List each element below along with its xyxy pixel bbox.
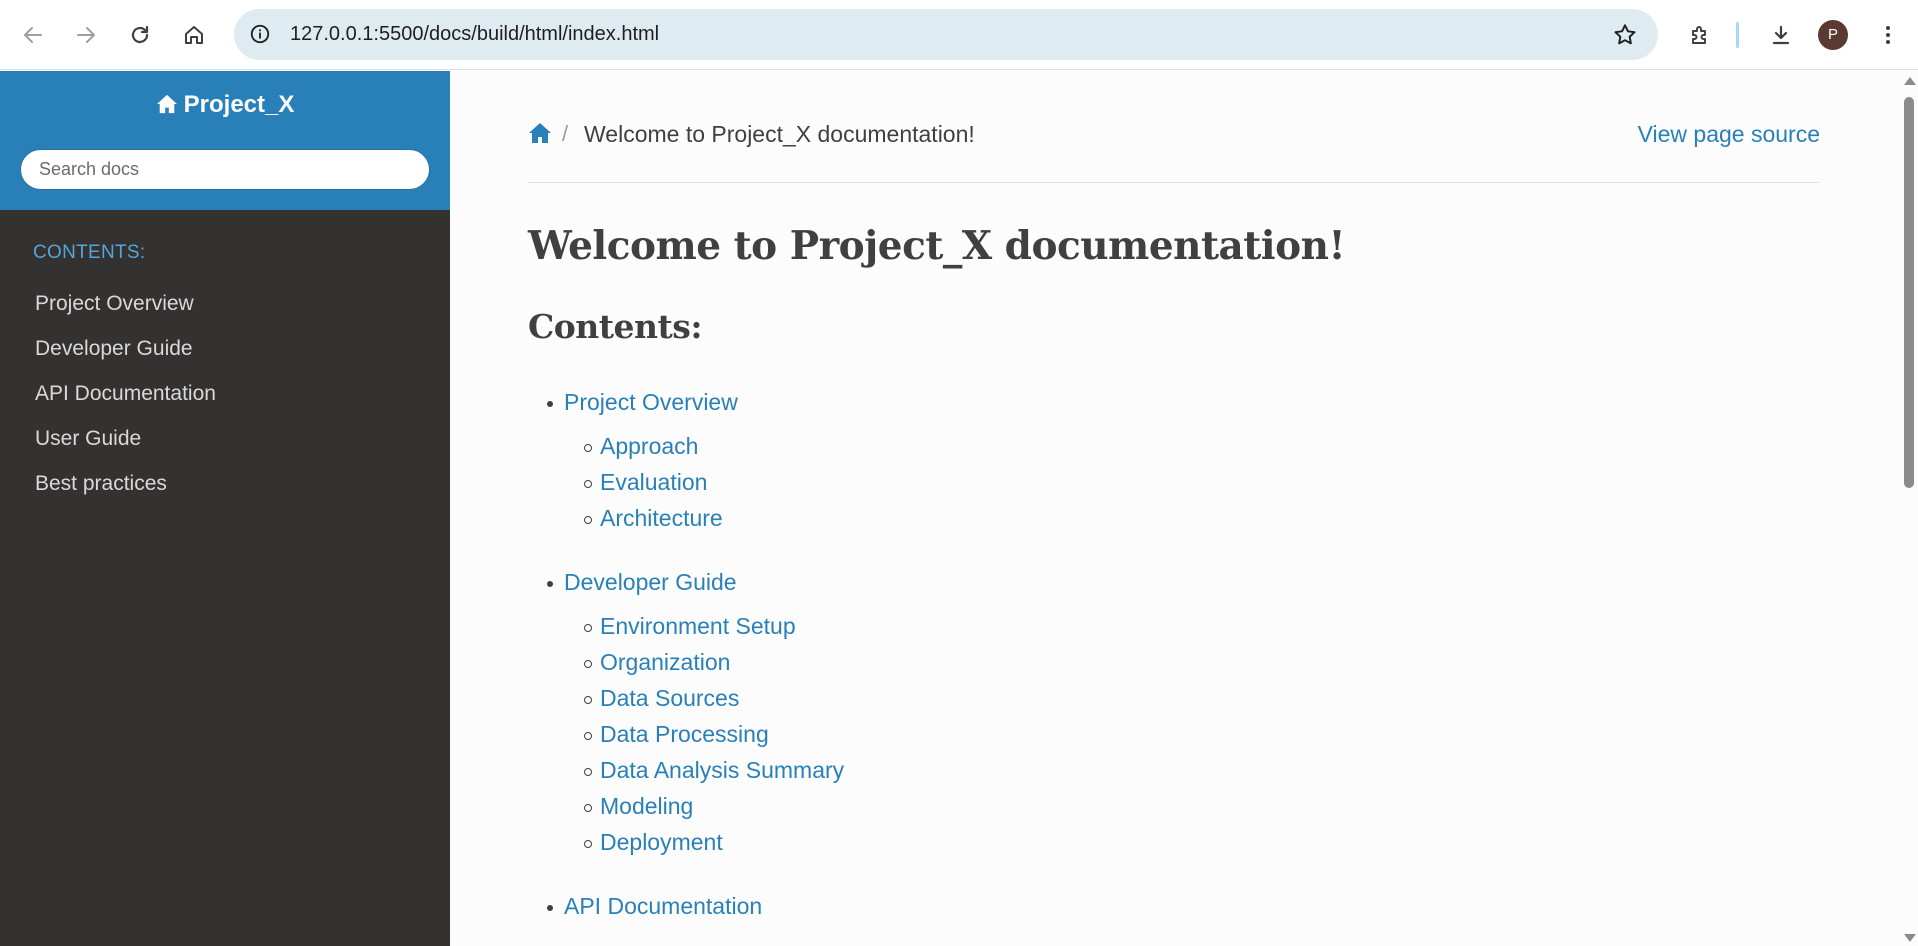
list-bullet [584,480,592,488]
toc-item-project-overview[interactable]: Project Overview [564,389,738,416]
search-input[interactable] [20,149,430,190]
sidebar-nav: Project Overview Developer Guide API Doc… [0,281,450,506]
list-bullet [547,581,553,587]
breadcrumb-current: Welcome to Project_X documentation! [584,121,975,147]
reload-icon [131,25,149,44]
main-content: / Welcome to Project_X documentation! Vi… [450,71,1900,946]
sidebar-caption: CONTENTS: [33,242,146,263]
toolbar-divider [1736,22,1739,48]
sidebar-item-user-guide[interactable]: User Guide [0,416,450,461]
extensions-icon [1692,26,1706,44]
toc-subitem-data-analysis-summary[interactable]: Data Analysis Summary [600,757,844,784]
download-icon [1772,25,1790,45]
more-menu-button[interactable] [1868,15,1908,55]
forward-button[interactable] [66,15,106,55]
avatar[interactable]: P [1818,20,1848,50]
list-bullet [584,444,592,452]
sidebar-item-best-practices[interactable]: Best practices [0,461,450,506]
sidebar-item-api-documentation[interactable]: API Documentation [0,371,450,416]
forward-icon [77,27,95,43]
scroll-up-icon[interactable] [1904,77,1916,85]
sidebar: Project_X CONTENTS: Project Overview Dev… [0,71,450,946]
list-bullet [584,660,592,668]
home-button[interactable] [174,15,214,55]
site-info-icon[interactable] [248,22,272,46]
list-bullet [584,516,592,524]
divider [528,182,1820,183]
back-icon [24,27,42,43]
bookmark-star-icon[interactable] [1612,22,1638,48]
contents-heading: Contents: [528,307,703,346]
list-bullet [584,624,592,632]
scrollbar[interactable] [1900,71,1918,946]
sidebar-item-project-overview[interactable]: Project Overview [0,281,450,326]
toc-subitem-environment-setup[interactable]: Environment Setup [600,613,796,640]
home-icon [185,26,203,44]
home-icon [156,93,178,121]
toc-subitem-organization[interactable]: Organization [600,649,730,676]
list-bullet [584,768,592,776]
more-menu-icon [1886,26,1890,44]
toc-subitem-data-processing[interactable]: Data Processing [600,721,769,748]
scroll-down-icon[interactable] [1904,934,1916,942]
url-text[interactable]: 127.0.0.1:5500/docs/build/html/index.htm… [290,9,659,60]
toc-item-developer-guide[interactable]: Developer Guide [564,569,737,596]
breadcrumb: / Welcome to Project_X documentation! Vi… [528,116,1820,156]
breadcrumb-separator: / [562,121,569,146]
toc-subitem-deployment[interactable]: Deployment [600,829,723,856]
browser-toolbar: 127.0.0.1:5500/docs/build/html/index.htm… [0,0,1918,70]
toc-subitem-approach[interactable]: Approach [600,433,698,460]
extensions-button[interactable] [1680,15,1720,55]
download-button[interactable] [1761,15,1801,55]
page-title: Welcome to Project_X documentation! [528,223,1346,269]
sidebar-item-developer-guide[interactable]: Developer Guide [0,326,450,371]
toc-item-api-documentation[interactable]: API Documentation [564,893,762,920]
project-home-link[interactable]: Project_X [0,91,450,121]
scrollbar-thumb[interactable] [1904,97,1914,488]
breadcrumb-home-icon[interactable] [528,122,552,149]
toc-subitem-modeling[interactable]: Modeling [600,793,693,820]
list-bullet [584,804,592,812]
back-button[interactable] [13,15,53,55]
list-bullet [547,905,553,911]
project-name: Project_X [183,91,295,118]
reload-button[interactable] [120,15,160,55]
sidebar-header: Project_X [0,71,450,210]
list-bullet [584,840,592,848]
toc-subitem-evaluation[interactable]: Evaluation [600,469,707,496]
list-bullet [547,401,553,407]
list-bullet [584,732,592,740]
toc-subitem-data-sources[interactable]: Data Sources [600,685,739,712]
view-source-link[interactable]: View page source [1638,121,1820,148]
list-bullet [584,696,592,704]
address-bar[interactable]: 127.0.0.1:5500/docs/build/html/index.htm… [234,9,1658,60]
toc-subitem-architecture[interactable]: Architecture [600,505,723,532]
